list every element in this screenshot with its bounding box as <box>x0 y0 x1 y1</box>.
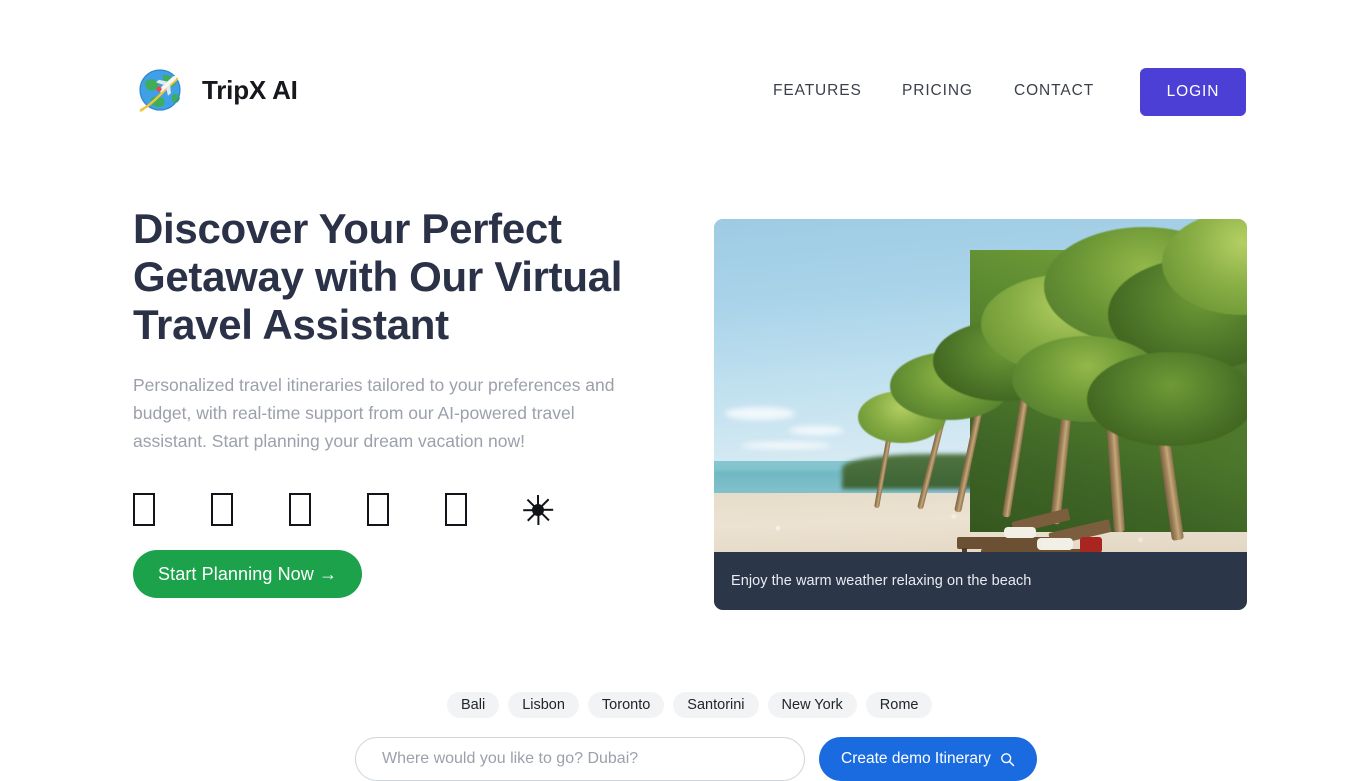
nav-link-contact[interactable]: CONTACT <box>1014 82 1094 100</box>
destination-search-input[interactable] <box>355 737 805 781</box>
brand-logo-link[interactable]: TripX AI <box>133 62 298 118</box>
search-icon <box>1000 752 1015 766</box>
nav-link-features[interactable]: FEATURES <box>773 82 862 100</box>
hero-subtitle: Personalized travel itineraries tailored… <box>133 375 615 451</box>
create-demo-itinerary-button[interactable]: Create demo Itinerary <box>819 737 1037 781</box>
destination-chips: Bali Lisbon Toronto Santorini New York R… <box>447 692 933 718</box>
hero-copy: Discover Your Perfect Getaway with Our V… <box>133 205 678 598</box>
brand-name: TripX AI <box>202 74 298 105</box>
missing-glyph-2-icon <box>211 493 233 526</box>
missing-glyph-4-icon <box>367 493 389 526</box>
globe-airplane-icon <box>139 69 181 112</box>
chip-santorini[interactable]: Santorini <box>673 692 759 718</box>
missing-glyph-5-icon <box>445 493 467 526</box>
main-navigation: FEATURES PRICING CONTACT LOGIN <box>740 68 1250 116</box>
site-header: TripX AI FEATURES PRICING CONTACT LOGIN <box>0 0 1360 160</box>
login-button[interactable]: LOGIN <box>1140 68 1246 116</box>
search-row: Create demo Itinerary <box>355 737 1037 781</box>
nav-link-pricing[interactable]: PRICING <box>902 82 973 100</box>
chip-lisbon[interactable]: Lisbon <box>508 692 579 718</box>
hero-image-card: Enjoy the warm weather relaxing on the b… <box>714 219 1247 610</box>
missing-glyph-1-icon <box>133 493 155 526</box>
chip-toronto[interactable]: Toronto <box>587 692 665 718</box>
page-title: Discover Your Perfect Getaway with Our V… <box>133 205 623 348</box>
chip-new-york[interactable]: New York <box>767 692 857 718</box>
create-demo-itinerary-label: Create demo Itinerary <box>841 750 991 767</box>
hero-image-caption: Enjoy the warm weather relaxing on the b… <box>714 552 1247 610</box>
missing-glyph-3-icon <box>289 493 311 526</box>
start-planning-button[interactable]: Start Planning Now → <box>133 550 363 598</box>
chip-bali[interactable]: Bali <box>447 692 500 718</box>
sun-icon <box>523 494 554 525</box>
caption-text: Enjoy the warm weather relaxing on the b… <box>731 573 1032 589</box>
hero-icon-row <box>133 493 554 526</box>
chip-rome[interactable]: Rome <box>865 692 933 718</box>
